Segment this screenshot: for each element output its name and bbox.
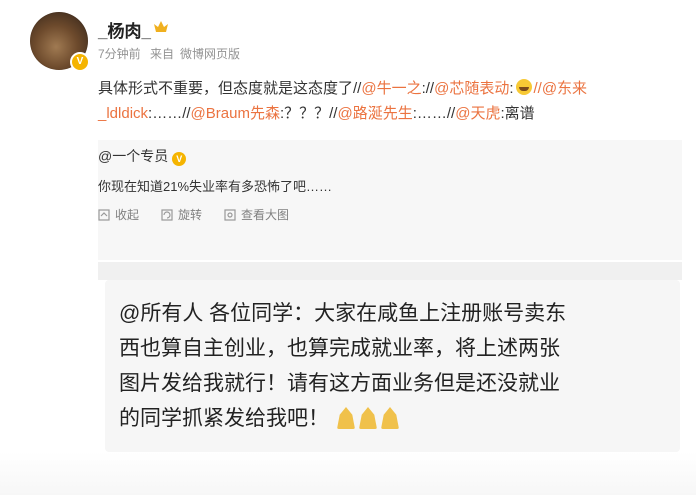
- collapse-label: 收起: [115, 208, 140, 222]
- collapse-icon: [98, 208, 110, 221]
- mention-4[interactable]: @Braum先森: [191, 105, 280, 122]
- quoted-text: 你现在知道21%失业率有多恐怖了吧……: [98, 179, 333, 194]
- rotate-label: 旋转: [178, 208, 203, 222]
- mention-1-text: ://: [421, 80, 435, 97]
- card-line-2: 西也算自主创业，也算完成就业率，将上述两张: [119, 337, 560, 360]
- card-line-3: 图片发给我就行！请有这方面业务但是还没就业: [119, 372, 560, 395]
- quoted-username[interactable]: @一个专员: [98, 148, 168, 164]
- card-text: @所有人 各位同学：大家在咸鱼上注册账号卖东 西也算自主创业，也算完成就业率，将…: [119, 296, 669, 436]
- card-line-4: 的同学抓紧发给我吧！: [119, 401, 669, 436]
- mention-5[interactable]: @路涎先生: [337, 105, 412, 122]
- quoted-post: @一个专员 V 你现在知道21%失业率有多恐怖了吧…… 收起 旋转 查看大图: [98, 140, 682, 260]
- pray-icon: [337, 407, 355, 429]
- content-prefix: 具体形式不重要，但态度就是这态度了//: [98, 80, 362, 97]
- pray-icon: [381, 407, 399, 429]
- mention-2[interactable]: @芯随表动: [434, 80, 509, 97]
- zoom-icon: [224, 208, 236, 221]
- mention-1[interactable]: @牛一之: [361, 80, 421, 97]
- bottom-fade: [0, 452, 696, 495]
- username[interactable]: _杨肉_: [98, 17, 151, 42]
- rotate-icon: [161, 208, 173, 221]
- card-line-1: @所有人 各位同学：大家在咸鱼上注册账号卖东: [119, 302, 567, 325]
- verified-icon: V: [172, 152, 187, 166]
- mention-4-text: :？？？//: [279, 105, 338, 122]
- quoted-image-card[interactable]: @所有人 各位同学：大家在咸鱼上注册账号卖东 西也算自主创业，也算完成就业率，将…: [105, 280, 680, 452]
- avatar[interactable]: V: [30, 12, 90, 72]
- pray-icon: [359, 407, 377, 429]
- mention-6-text: :离谱: [500, 105, 535, 122]
- mention-2-text: :: [509, 80, 514, 97]
- post-source: 微博网页版: [180, 47, 241, 61]
- verified-badge-icon: V: [70, 52, 90, 72]
- post-meta: 7分钟前 来自 微博网页版: [98, 45, 246, 62]
- mention-3-text: :……//: [148, 105, 191, 122]
- rotate-button[interactable]: 旋转: [161, 206, 202, 223]
- crown-icon: [154, 21, 168, 32]
- weibo-post: V _杨肉_ 7分钟前 来自 微博网页版 具体形式不重要，但态度就是这态度了//@…: [0, 0, 696, 262]
- view-large-button[interactable]: 查看大图: [224, 206, 289, 223]
- laugh-emoji-icon: [515, 79, 532, 95]
- pray-emojis: [337, 401, 403, 436]
- mention-6[interactable]: @天虎: [455, 105, 500, 122]
- image-actions: 收起 旋转 查看大图: [98, 206, 311, 223]
- source-prefix: 来自: [150, 47, 175, 61]
- divider: [98, 262, 682, 280]
- post-time[interactable]: 7分钟前: [98, 47, 141, 61]
- quoted-user[interactable]: @一个专员 V: [98, 146, 187, 166]
- mention-5-text: :……//: [412, 105, 456, 122]
- card-line-4-text: 的同学抓紧发给我吧！: [119, 407, 329, 430]
- post-content: 具体形式不重要，但态度就是这态度了//@牛一之://@芯随表动://@东来_ld…: [98, 76, 668, 126]
- collapse-button[interactable]: 收起: [98, 206, 139, 223]
- view-large-label: 查看大图: [241, 208, 290, 222]
